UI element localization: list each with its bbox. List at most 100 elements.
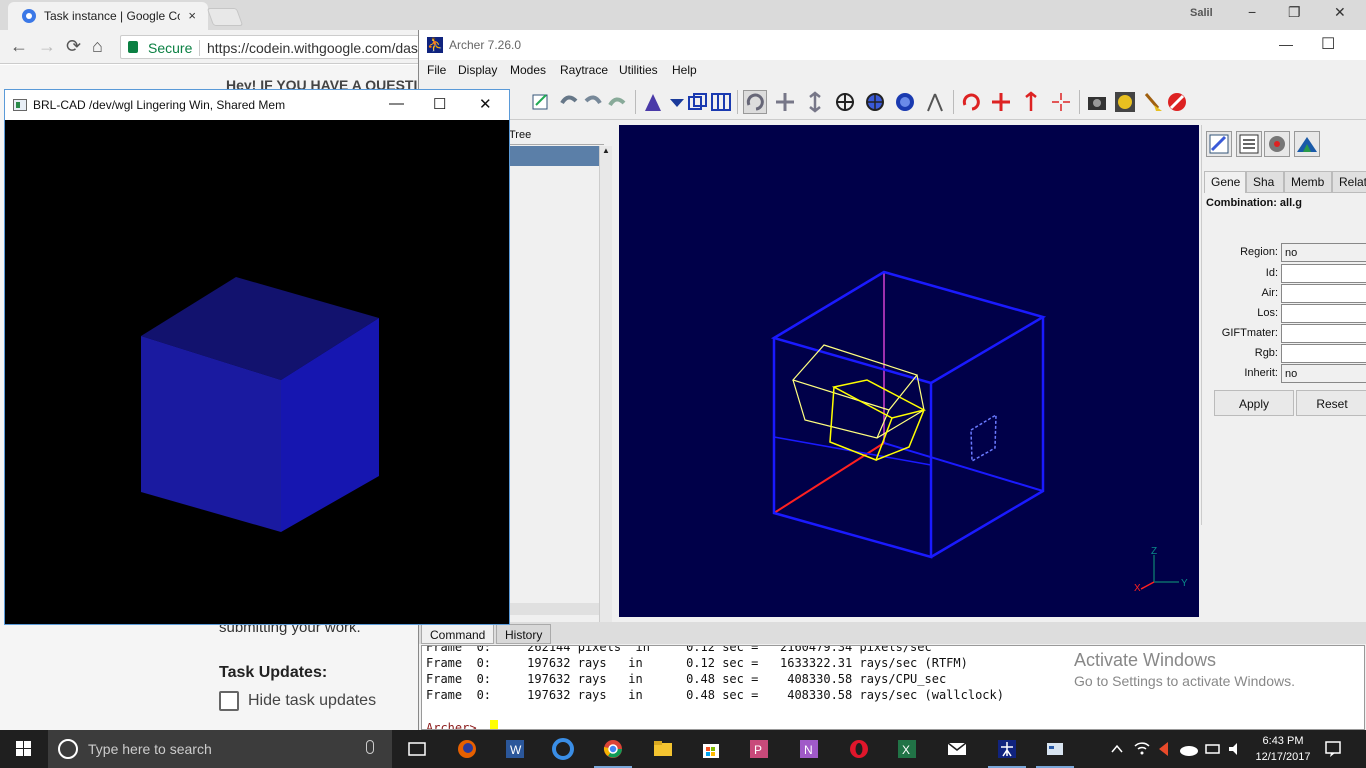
air-field[interactable] [1281, 284, 1366, 303]
reload-icon[interactable]: ⟳ [66, 36, 81, 57]
forward-icon[interactable]: → [38, 36, 56, 57]
taskbar-search[interactable]: Type here to search [48, 730, 392, 768]
action-center-icon[interactable] [1322, 730, 1344, 768]
chrome-close-button[interactable]: ✕ [1334, 4, 1346, 21]
tree-selected-row[interactable] [509, 146, 599, 166]
archer-maximize-button[interactable]: ☐ [1321, 34, 1335, 54]
globe-icon[interactable] [863, 90, 887, 114]
task-updates-heading: Task Updates: [219, 664, 328, 681]
raytrace-canvas[interactable] [5, 120, 509, 624]
refresh-icon[interactable] [605, 90, 629, 114]
archer-minimize-button[interactable]: — [1279, 36, 1293, 52]
wifi-icon[interactable] [1132, 730, 1152, 768]
3d-viewport[interactable]: Z Y X [619, 125, 1199, 617]
giftmater-field[interactable] [1281, 324, 1366, 343]
menu-raytrace[interactable]: Raytrace [560, 63, 608, 77]
tab-members[interactable]: Memb [1284, 171, 1332, 193]
hide-task-updates-label[interactable]: Hide task updates [248, 692, 376, 710]
tab-general[interactable]: Gene [1204, 171, 1246, 193]
store-icon[interactable] [688, 730, 734, 768]
brlcad-taskbar-icon[interactable] [1032, 730, 1078, 768]
home-icon[interactable]: ⌂ [92, 36, 103, 57]
brlcad-maximize-button[interactable]: ☐ [433, 95, 446, 113]
tab-command[interactable]: Command [421, 624, 495, 644]
terrain-icon[interactable] [1294, 131, 1320, 157]
archer-taskbar-icon[interactable] [984, 730, 1030, 768]
columns-icon[interactable] [709, 90, 733, 114]
edge-icon[interactable] [540, 730, 586, 768]
scale-icon[interactable] [803, 90, 827, 114]
mail-icon[interactable] [934, 730, 980, 768]
chrome-profile-name[interactable]: Salil [1190, 7, 1213, 19]
inherit-field[interactable]: no [1281, 364, 1366, 383]
edit-center-icon[interactable] [1049, 90, 1073, 114]
id-field[interactable] [1281, 264, 1366, 283]
menu-utilities[interactable]: Utilities [619, 63, 658, 77]
text-list-icon[interactable] [1236, 131, 1262, 157]
edit-tree-icon[interactable] [1206, 131, 1232, 157]
tree-horizontal-scrollbar[interactable] [509, 603, 599, 615]
edit-rotate-icon[interactable] [959, 90, 983, 114]
notification-warning-icon[interactable] [1156, 730, 1172, 768]
console-line: Frame 0: 262144 pixels in 0.12 sec = 216… [426, 645, 932, 654]
layers-icon[interactable] [685, 90, 709, 114]
menu-modes[interactable]: Modes [510, 63, 546, 77]
apply-button[interactable]: Apply [1214, 390, 1294, 416]
scroll-up-arrow-icon[interactable]: ▲ [602, 146, 610, 155]
tree-vertical-scrollbar[interactable]: ▲ ▼ [599, 146, 612, 636]
tab-shader[interactable]: Sha [1246, 171, 1284, 193]
rgb-field[interactable] [1281, 344, 1366, 363]
tab-relations[interactable]: Relati [1332, 171, 1366, 193]
brlcad-close-button[interactable]: ✕ [479, 95, 492, 113]
volume-icon[interactable] [1226, 730, 1246, 768]
solid-view-icon[interactable] [893, 90, 917, 114]
onedrive-icon[interactable] [1178, 730, 1200, 768]
battery-icon[interactable] [1204, 730, 1222, 768]
start-button[interactable] [0, 730, 48, 768]
chrome-tab[interactable]: Task instance | Google Code-in × [8, 2, 208, 30]
edit-scale-icon[interactable] [1019, 90, 1043, 114]
rotate-icon[interactable] [743, 90, 767, 114]
raytrace-icon[interactable] [1113, 90, 1137, 114]
menu-display[interactable]: Display [458, 63, 497, 77]
opera-icon[interactable] [836, 730, 882, 768]
menu-file[interactable]: File [427, 63, 446, 77]
wizard-icon[interactable] [641, 90, 665, 114]
microphone-icon[interactable] [366, 740, 374, 754]
tab-history[interactable]: History [496, 624, 552, 644]
brlcad-minimize-button[interactable]: — [389, 95, 404, 112]
stop-icon[interactable] [1165, 90, 1189, 114]
settings-gear-icon[interactable] [1264, 131, 1290, 157]
menu-help[interactable]: Help [672, 63, 697, 77]
onenote-icon[interactable]: N [786, 730, 832, 768]
new-tab-button[interactable] [206, 8, 244, 26]
edit-translate-icon[interactable] [989, 90, 1013, 114]
los-field[interactable] [1281, 304, 1366, 323]
chrome-restore-button[interactable]: ❐ [1288, 4, 1301, 21]
chrome-minimize-button[interactable]: − [1248, 4, 1256, 20]
reset-button[interactable]: Reset [1296, 390, 1366, 416]
powerpoint-icon[interactable]: P [736, 730, 782, 768]
edit-icon[interactable] [529, 90, 553, 114]
clear-broom-icon[interactable] [1141, 90, 1165, 114]
file-explorer-icon[interactable] [640, 730, 686, 768]
excel-icon[interactable]: X [884, 730, 930, 768]
chrome-icon[interactable] [590, 730, 636, 768]
measure-icon[interactable] [923, 90, 947, 114]
region-field[interactable]: no [1281, 243, 1366, 262]
camera-icon[interactable] [1085, 90, 1109, 114]
los-label: Los: [1257, 307, 1278, 319]
undo-icon[interactable] [557, 90, 581, 114]
show-hidden-icons-icon[interactable] [1108, 730, 1126, 768]
translate-icon[interactable] [773, 90, 797, 114]
omnibox-divider [199, 40, 200, 56]
tab-close-icon[interactable]: × [188, 8, 196, 23]
redo-icon[interactable] [581, 90, 605, 114]
hide-task-updates-checkbox[interactable] [219, 691, 239, 711]
task-view-icon[interactable] [394, 730, 440, 768]
back-icon[interactable]: ← [10, 36, 28, 57]
word-icon[interactable]: W [492, 730, 538, 768]
firefox-icon[interactable] [444, 730, 490, 768]
system-clock[interactable]: 6:43 PM 12/17/2017 [1250, 733, 1316, 765]
center-icon[interactable] [833, 90, 857, 114]
